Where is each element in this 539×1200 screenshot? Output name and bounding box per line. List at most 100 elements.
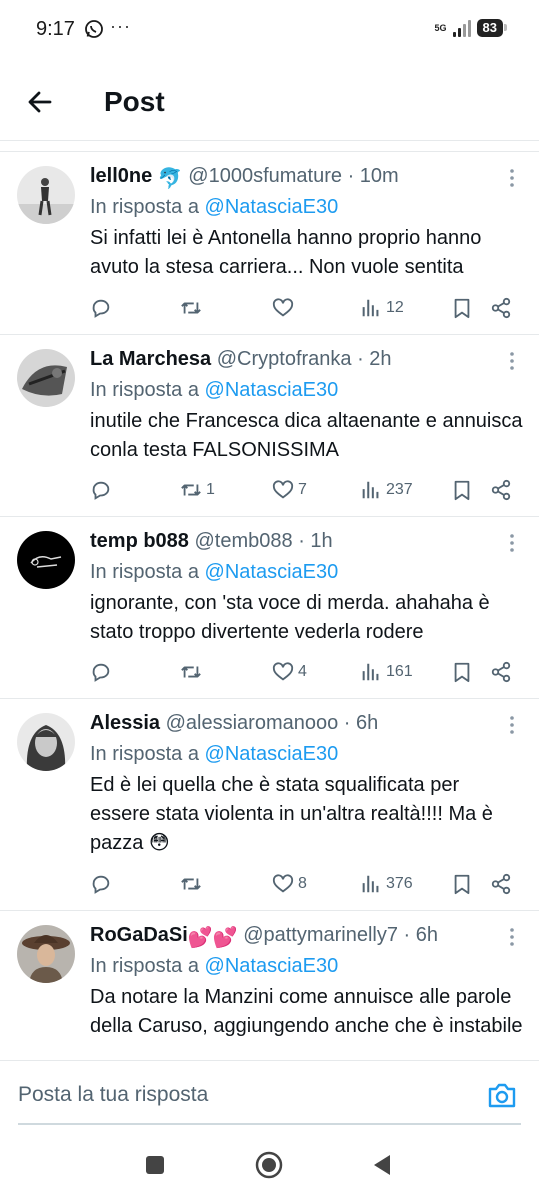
page-title: Post [104,86,165,117]
author-handle[interactable]: @pattymarinelly7 [243,924,398,946]
bookmark-button[interactable] [451,660,473,684]
post-text: Da notare la Manzini come annuisce alle … [90,986,523,1037]
bookmark-icon [454,298,470,319]
bookmark-button[interactable] [451,478,473,502]
speech-bubble-icon [92,875,110,894]
share-button[interactable] [490,660,512,684]
bookmark-button[interactable] [451,296,473,320]
repost-button[interactable]: 1 [180,478,215,502]
avatar[interactable] [17,925,75,983]
reply-mention-link[interactable]: @NatasciaE30 [205,743,339,765]
reply-input[interactable]: Posta la tua risposta [18,1083,208,1107]
status-bar: 9:17 ··· 5G 83 [0,0,539,60]
triangle-back-icon[interactable] [368,1150,398,1180]
share-icon [491,479,511,501]
reply-button[interactable] [90,478,112,502]
circle-icon[interactable] [254,1150,284,1180]
reply-post[interactable]: Alessia @alessiaromanooo · 6h In rispost… [0,699,539,911]
post-text: inutile che Francesca dica altaenante e … [90,410,523,461]
heart-icon [272,480,294,499]
status-indicators: 5G 83 [435,19,508,37]
share-button[interactable] [490,478,512,502]
reply-post[interactable]: La Marchesa @Cryptofranka · 2h In rispos… [0,335,539,517]
post-author-line: temp b088 @temb088 · 1h [90,527,523,555]
more-vertical-icon[interactable] [509,351,515,371]
reply-context: In risposta a @NatasciaE30 [90,192,523,222]
post-author-line: lell0ne 🐬 @1000sfumature · 10m [90,162,523,190]
post-text: Si infatti lei è Antonella hanno proprio… [90,227,482,278]
avatar[interactable] [17,531,75,589]
retweet-icon [181,302,201,314]
post-author-line: RoGaDaSi💕💕 @pattymarinelly7 · 6h [90,921,523,949]
reply-prefix: In risposta a [90,379,205,401]
reply-button[interactable] [90,296,112,320]
share-icon [491,661,511,683]
author-handle[interactable]: @temb088 [195,530,293,552]
divider [0,140,539,141]
bar-chart-icon [362,299,379,317]
like-button[interactable]: 8 [272,872,307,896]
more-vertical-icon[interactable] [509,927,515,947]
repost-button[interactable] [180,660,206,684]
reply-post[interactable]: lell0ne 🐬 @1000sfumature · 10m In rispos… [0,152,539,335]
square-icon[interactable] [140,1150,170,1180]
avatar[interactable] [17,166,75,224]
more-vertical-icon[interactable] [509,168,515,188]
post-text: Ed è lei quella che è stata squalificata… [90,774,493,854]
reply-context: In risposta a @NatasciaE30 [90,739,523,769]
reply-post[interactable]: temp b088 @temb088 · 1h In risposta a @N… [0,517,539,699]
speech-bubble-icon [92,299,110,318]
post-author-line: La Marchesa @Cryptofranka · 2h [90,345,523,373]
retweet-icon [181,666,201,678]
retweet-icon [181,878,201,890]
reply-mention-link[interactable]: @NatasciaE30 [205,196,339,218]
like-button[interactable]: 7 [272,478,307,502]
more-vertical-icon[interactable] [509,533,515,553]
reply-mention-link[interactable]: @NatasciaE30 [205,561,339,583]
whatsapp-icon [85,20,103,38]
author-handle[interactable]: @1000sfumature [188,165,342,187]
post-author-line: Alessia @alessiaromanooo · 6h [90,709,523,737]
name-emoji: 💕💕 [187,927,238,949]
heart-icon [272,874,294,893]
like-button[interactable]: 4 [272,660,307,684]
speech-bubble-icon [92,663,110,682]
repost-button[interactable] [180,296,206,320]
bookmark-button[interactable] [451,872,473,896]
author-name[interactable]: temp b088 [90,530,189,552]
bookmark-icon [454,874,470,895]
author-handle[interactable]: @Cryptofranka [217,348,352,370]
reply-button[interactable] [90,872,112,896]
author-name[interactable]: RoGaDaSi [90,924,188,946]
post-actions: 8 376 [90,872,515,896]
avatar[interactable] [17,349,75,407]
like-button[interactable] [272,296,298,320]
reply-post[interactable]: RoGaDaSi💕💕 @pattymarinelly7 · 6h In risp… [0,911,539,1059]
share-button[interactable] [490,296,512,320]
views-button[interactable]: 376 [360,872,413,896]
reply-mention-link[interactable]: @NatasciaE30 [205,955,339,977]
bookmark-icon [454,480,470,501]
avatar[interactable] [17,713,75,771]
repost-button[interactable] [180,872,206,896]
post-time: · 6h [398,924,439,946]
more-vertical-icon[interactable] [509,715,515,735]
views-button[interactable]: 161 [360,660,413,684]
signal-icon [452,19,471,37]
replies-list[interactable]: lell0ne 🐬 @1000sfumature · 10m In rispos… [0,151,539,1059]
share-button[interactable] [490,872,512,896]
author-name[interactable]: lell0ne [90,165,152,187]
reply-prefix: In risposta a [90,743,205,765]
views-button[interactable]: 237 [360,478,413,502]
author-handle[interactable]: @alessiaromanooo [166,712,339,734]
author-name[interactable]: La Marchesa [90,348,211,370]
author-name[interactable]: Alessia [90,712,160,734]
camera-icon[interactable] [487,1081,517,1109]
views-button[interactable]: 12 [360,296,404,320]
view-count: 161 [386,663,413,680]
arrow-left-icon[interactable] [24,86,56,118]
reply-button[interactable] [90,660,112,684]
reply-context: In risposta a @NatasciaE30 [90,951,523,981]
reply-mention-link[interactable]: @NatasciaE30 [205,379,339,401]
share-icon [491,297,511,319]
